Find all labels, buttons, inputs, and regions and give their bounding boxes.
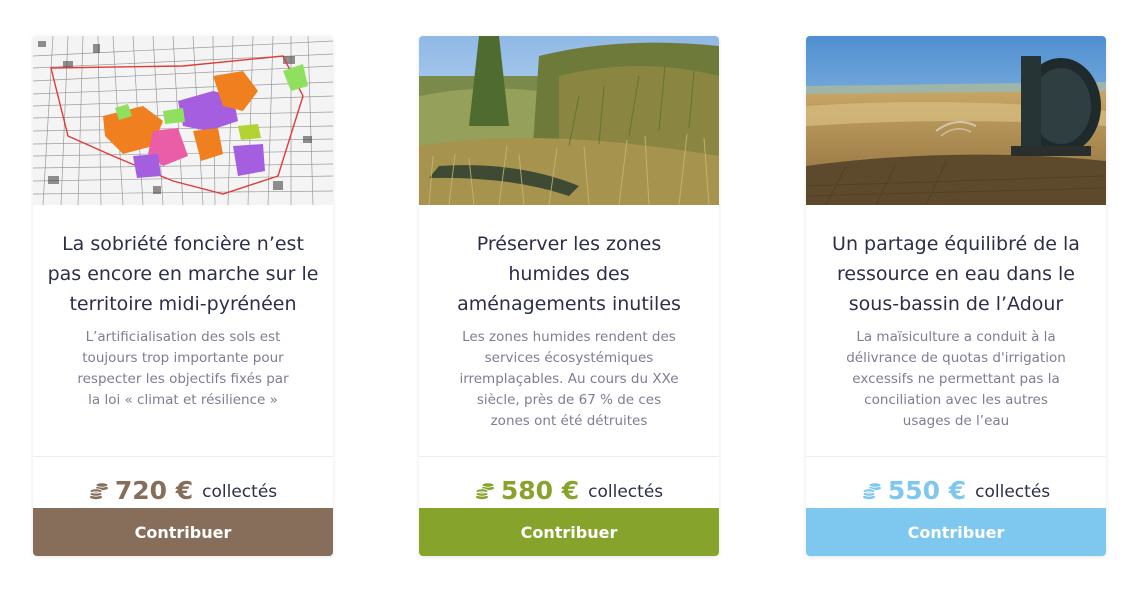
campaign-title[interactable]: Un partage équilibré de la ressource en … [820,229,1092,319]
amount-row: 720 € collectés [33,472,333,508]
campaign-card[interactable]: La sobriété foncière n’est pas encore en… [33,36,333,556]
amount-row: 580 € collectés [419,472,719,508]
divider [806,456,1106,457]
campaign-image[interactable] [419,36,719,205]
coins-icon [475,482,495,500]
coins-icon [862,482,882,500]
collected-amount: 580 € [500,475,580,505]
coins-icon [89,482,109,500]
collected-label: collectés [975,482,1051,502]
collected-label: collectés [588,482,664,502]
campaign-card[interactable]: Un partage équilibré de la ressource en … [806,36,1106,556]
divider [33,456,333,457]
campaign-image[interactable] [806,36,1106,205]
campaign-card[interactable]: Préserver les zones humides des aménagem… [419,36,719,556]
contribute-button[interactable]: Contribuer [806,508,1106,556]
campaign-title[interactable]: La sobriété foncière n’est pas encore en… [47,229,319,319]
contribute-button[interactable]: Contribuer [419,508,719,556]
campaign-description: La maïsiculture a conduit à la délivranc… [846,329,1066,429]
collected-amount: 720 € [114,475,194,505]
campaign-image[interactable] [33,36,333,205]
amount-row: 550 € collectés [806,472,1106,508]
collected-label: collectés [202,482,278,502]
collected-amount: 550 € [887,475,967,505]
campaign-description: Les zones humides rendent des services é… [459,329,679,429]
campaign-title[interactable]: Préserver les zones humides des aménagem… [433,229,705,319]
campaign-cards: La sobriété foncière n’est pas encore en… [0,0,1139,593]
map-image [33,36,333,205]
divider [419,456,719,457]
wetland-image [419,36,719,205]
irrigation-image [806,36,1106,205]
contribute-button[interactable]: Contribuer [33,508,333,556]
campaign-description: L’artificialisation des sols est toujour… [77,329,289,408]
